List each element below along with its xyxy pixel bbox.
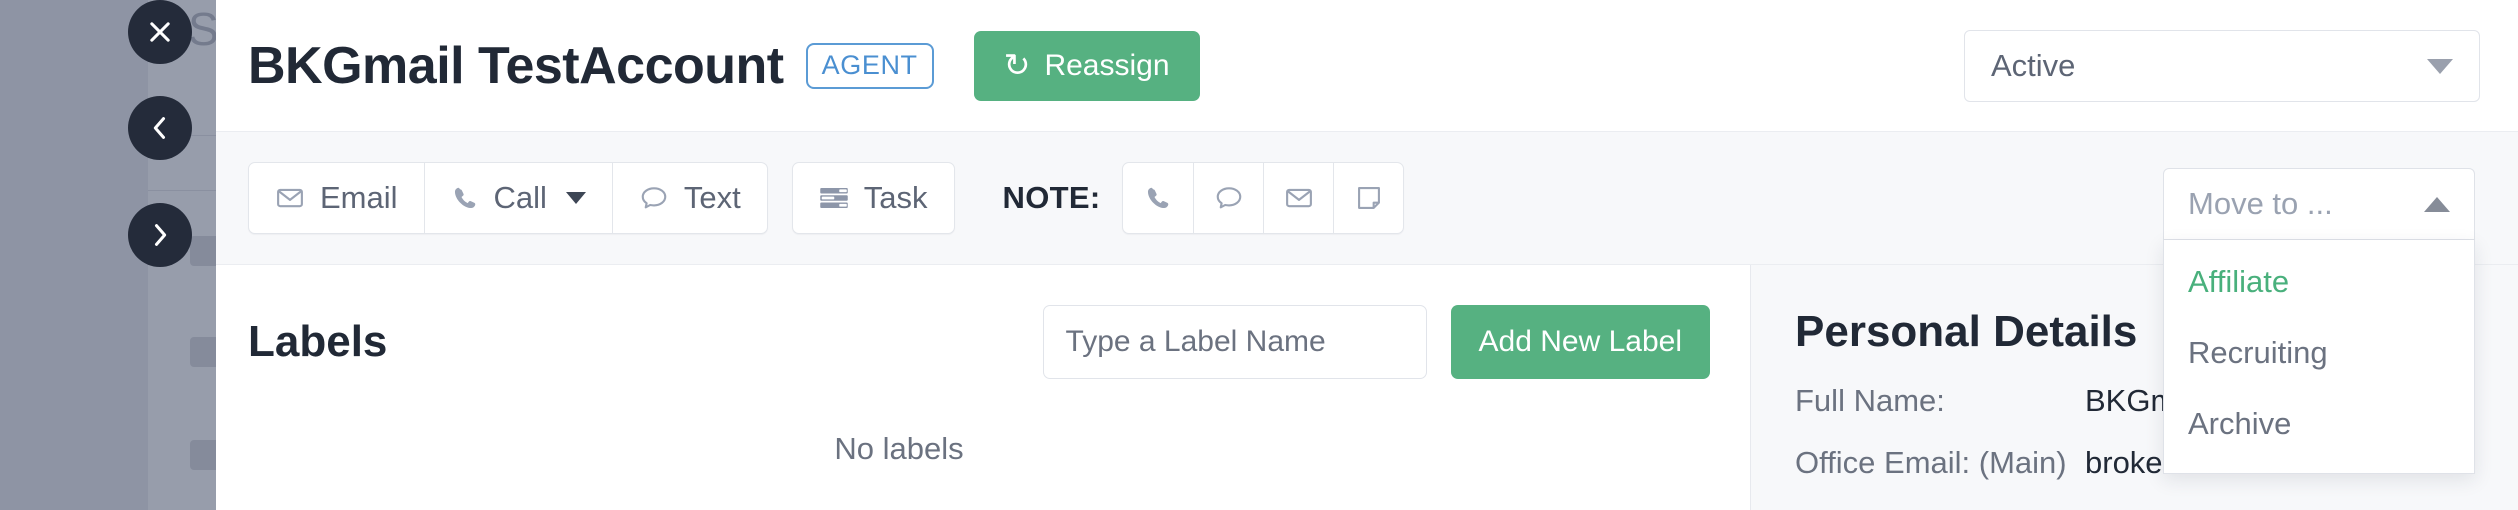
add-new-label-button[interactable]: Add New Label: [1450, 305, 1710, 379]
note-call-button[interactable]: [1123, 163, 1193, 233]
backdrop-divider: [148, 190, 216, 191]
call-button-label: Call: [493, 180, 547, 215]
task-button-group: Task: [791, 162, 955, 234]
phone-icon: [1148, 187, 1169, 209]
close-modal-button[interactable]: [128, 0, 192, 64]
task-button-label: Task: [863, 180, 928, 215]
agent-badge: AGENT: [805, 42, 934, 89]
labels-empty-message: No labels: [834, 431, 964, 466]
chat-bubble-icon: [641, 187, 667, 209]
move-to-placeholder: Move to ...: [2188, 186, 2333, 221]
chat-bubble-icon: [1216, 187, 1242, 209]
chevron-down-icon: [565, 192, 586, 204]
envelope-icon: [277, 188, 303, 208]
note-page-icon: [1358, 187, 1380, 209]
email-button[interactable]: Email: [249, 163, 424, 233]
chevron-down-icon: [2427, 58, 2453, 74]
backdrop-partial-text: S: [188, 3, 220, 55]
move-to-option-archive[interactable]: Archive: [2164, 388, 2474, 459]
next-record-button[interactable]: [128, 203, 192, 267]
label-name-input[interactable]: [1042, 305, 1427, 379]
communication-button-group: Email Call Text: [248, 162, 768, 234]
note-page-button[interactable]: [1333, 163, 1403, 233]
phone-icon: [454, 187, 475, 209]
note-label: NOTE:: [1002, 180, 1101, 215]
move-to-dropdown: Move to ... Affiliate Recruiting Archive: [2163, 168, 2475, 474]
task-list-icon: [820, 188, 848, 208]
envelope-icon: [1286, 188, 1312, 208]
labels-title: Labels: [248, 317, 388, 366]
text-button-label: Text: [683, 180, 741, 215]
previous-record-button[interactable]: [128, 96, 192, 160]
move-to-select[interactable]: Move to ...: [2163, 168, 2475, 240]
note-text-button[interactable]: [1193, 163, 1263, 233]
move-to-option-recruiting[interactable]: Recruiting: [2164, 317, 2474, 388]
call-button[interactable]: Call: [423, 163, 612, 233]
chevron-up-icon: [2424, 196, 2450, 212]
chevron-right-icon: [154, 224, 167, 246]
chevron-left-icon: [153, 117, 166, 139]
labels-panel: Labels Add New Label No labels: [216, 265, 1750, 510]
task-button[interactable]: Task: [793, 163, 954, 233]
move-to-option-affiliate[interactable]: Affiliate: [2164, 246, 2474, 317]
email-button-label: Email: [320, 180, 398, 215]
detail-key: Office Email: (Main): [1795, 445, 2067, 480]
note-type-button-group: [1122, 162, 1405, 234]
detail-key: Full Name:: [1795, 383, 1945, 418]
close-icon: [150, 22, 170, 42]
move-to-menu: Affiliate Recruiting Archive: [2163, 240, 2475, 474]
status-select-value: Active: [1991, 48, 2076, 83]
status-select[interactable]: Active: [1964, 30, 2480, 102]
labels-header-row: Labels Add New Label: [248, 265, 1750, 379]
refresh-icon: ↻: [1003, 46, 1031, 83]
modal-header: BKGmail TestAccount AGENT ↻ Reassign Act…: [216, 0, 2518, 131]
reassign-button-label: Reassign: [1044, 48, 1170, 82]
text-button[interactable]: Text: [611, 163, 767, 233]
note-email-button[interactable]: [1263, 163, 1333, 233]
page-title: BKGmail TestAccount: [248, 36, 784, 95]
reassign-button[interactable]: ↻ Reassign: [973, 30, 1200, 101]
